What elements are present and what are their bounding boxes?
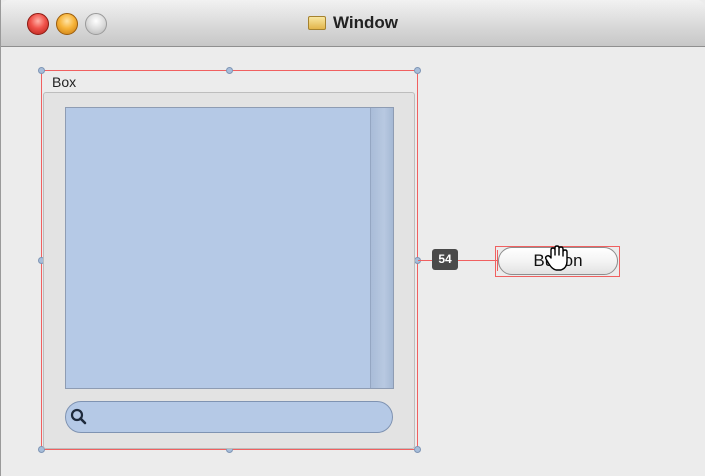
hand-cursor-icon: [544, 245, 568, 271]
resize-handle-top-left[interactable]: [38, 67, 45, 74]
resize-handle-top-right[interactable]: [414, 67, 421, 74]
search-icon: [70, 408, 87, 425]
vertical-scrollbar[interactable]: [370, 108, 393, 388]
resize-handle-bottom-right[interactable]: [414, 446, 421, 453]
search-field[interactable]: [65, 401, 393, 433]
title-bar[interactable]: Window: [1, 0, 705, 47]
distance-badge: 54: [432, 249, 458, 270]
window-title: Window: [333, 13, 398, 32]
box-title: Box: [52, 74, 77, 90]
title: Window: [1, 13, 705, 33]
window-icon: [308, 16, 326, 30]
resize-handle-top[interactable]: [226, 67, 233, 74]
spacing-guide-line: [418, 260, 498, 261]
list-view[interactable]: [65, 107, 394, 389]
window: Window Box 54 Button: [0, 0, 705, 476]
